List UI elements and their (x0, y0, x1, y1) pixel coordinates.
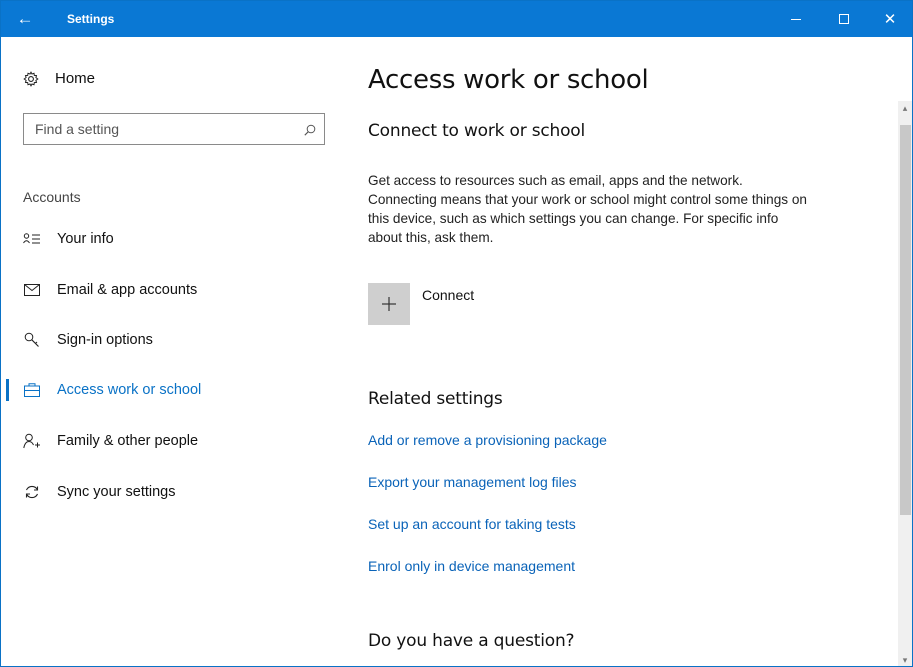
search-input[interactable]: Find a setting (23, 113, 325, 145)
link-export-management-logs[interactable]: Export your management log files (368, 474, 577, 490)
sidebar-item-label: Sync your settings (57, 484, 176, 500)
person-list-icon (23, 230, 41, 248)
connect-button[interactable]: Connect (368, 283, 474, 325)
connect-label: Connect (422, 287, 475, 303)
back-button[interactable]: ← (1, 1, 49, 37)
back-arrow-icon: ← (16, 9, 34, 28)
link-account-for-tests[interactable]: Set up an account for taking tests (368, 516, 576, 532)
main-content: Access work or school Connect to work or… (346, 37, 898, 666)
sidebar-item-sync-your-settings[interactable]: Sync your settings (1, 474, 346, 510)
maximize-button[interactable] (821, 1, 867, 37)
close-icon: ✕ (883, 9, 897, 28)
link-provisioning-package[interactable]: Add or remove a provisioning package (368, 432, 607, 448)
sidebar-item-label: Access work or school (57, 382, 202, 398)
minimize-button[interactable] (773, 1, 819, 37)
sidebar-item-label: Your info (57, 231, 114, 247)
sidebar-item-label: Sign-in options (57, 332, 153, 348)
search-icon[interactable] (304, 123, 316, 136)
maximize-icon (839, 14, 849, 24)
close-button[interactable]: ✕ (867, 1, 912, 37)
add-person-icon (23, 432, 41, 450)
connect-description: Get access to resources such as email, a… (368, 173, 807, 245)
sidebar-item-your-info[interactable]: Your info (1, 221, 346, 257)
title-bar: ← Settings ✕ (1, 1, 912, 37)
section-header-accounts: Accounts (23, 189, 81, 205)
sidebar-item-label: Email & app accounts (57, 282, 198, 298)
home-label: Home (55, 70, 96, 87)
scrollbar-thumb[interactable] (900, 125, 911, 515)
sidebar-item-sign-in-options[interactable]: Sign-in options (1, 322, 346, 358)
connect-heading: Connect to work or school (368, 121, 586, 141)
key-icon (23, 331, 41, 349)
sidebar-item-label: Family & other people (57, 433, 199, 449)
vertical-scrollbar[interactable]: ▴ ▾ (898, 101, 912, 666)
related-settings-heading: Related settings (368, 389, 503, 409)
scroll-down-arrow-icon[interactable]: ▾ (898, 653, 912, 666)
sidebar: Home Find a setting Accounts Your info E… (1, 37, 346, 666)
question-heading: Do you have a question? (368, 631, 575, 651)
mail-icon (23, 281, 41, 299)
search-placeholder: Find a setting (35, 121, 120, 137)
sync-icon (23, 483, 41, 501)
gear-icon (23, 70, 39, 87)
scroll-up-arrow-icon[interactable]: ▴ (898, 101, 912, 115)
sidebar-item-email-app-accounts[interactable]: Email & app accounts (1, 272, 346, 308)
briefcase-icon (23, 381, 41, 399)
settings-window: ← Settings ✕ Home Find a setting Account… (0, 0, 913, 667)
page-title: Access work or school (368, 65, 649, 95)
sidebar-item-access-work-or-school[interactable]: Access work or school (1, 372, 346, 408)
minimize-icon (791, 18, 801, 20)
window-title: Settings (67, 12, 115, 26)
link-enrol-device-management[interactable]: Enrol only in device management (368, 558, 575, 574)
home-nav-item[interactable]: Home (23, 70, 95, 87)
plus-icon (368, 283, 410, 325)
sidebar-item-family-other-people[interactable]: Family & other people (1, 423, 346, 459)
